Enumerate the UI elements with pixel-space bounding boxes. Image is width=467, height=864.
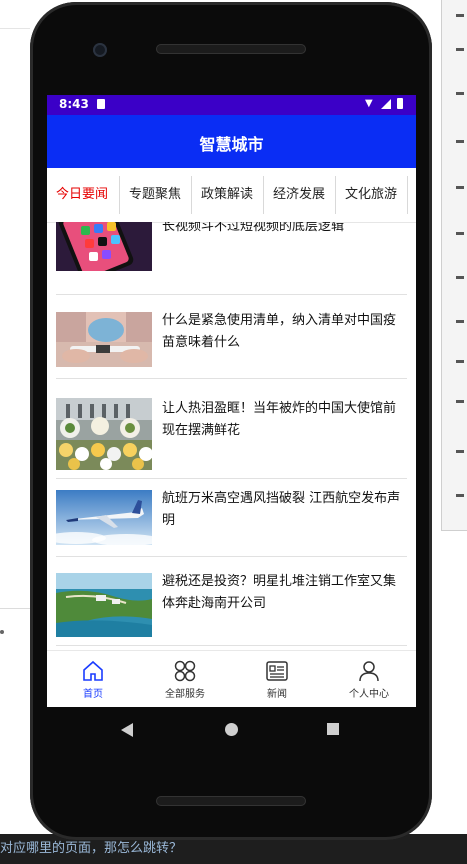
toolbar-mark[interactable] xyxy=(456,48,464,51)
recent-apps-icon[interactable] xyxy=(327,723,339,735)
nav-profile[interactable]: 个人中心 xyxy=(323,651,415,707)
battery-icon xyxy=(397,98,403,109)
flower-wreaths-thumbnail xyxy=(56,398,152,470)
bottom-navigation: 首页 全部服务 新闻 个人中心 xyxy=(47,650,416,707)
news-headline: 让人热泪盈眶！当年被炸的中国大使馆前现在摆满鲜花 xyxy=(162,401,397,438)
earpiece-speaker xyxy=(156,44,306,54)
status-bar: 8:43 ▼ xyxy=(47,95,416,115)
back-icon[interactable] xyxy=(121,723,133,737)
signal-icon xyxy=(381,99,391,109)
tab-policy[interactable]: 政策解读 xyxy=(192,168,262,222)
vaccine-vial-thumbnail xyxy=(56,312,152,367)
toolbar-mark[interactable] xyxy=(456,186,464,189)
sd-card-icon xyxy=(97,99,105,109)
home-icon xyxy=(81,659,105,683)
services-grid-icon xyxy=(173,659,197,683)
person-icon xyxy=(357,659,381,683)
wifi-icon: ▼ xyxy=(365,98,373,109)
toolbar-mark[interactable] xyxy=(456,92,464,95)
nav-news[interactable]: 新闻 xyxy=(231,651,323,707)
airplane-thumbnail xyxy=(56,490,152,545)
toolbar-mark[interactable] xyxy=(456,232,464,235)
news-item[interactable]: 什么是紧急使用清单，纳入清单对中国疫苗意味着什么 xyxy=(56,306,407,394)
tab-culture-travel[interactable]: 文化旅游 xyxy=(336,168,406,222)
tab-topics[interactable]: 专题聚焦 xyxy=(120,168,190,222)
front-camera xyxy=(93,43,107,57)
hainan-coast-thumbnail xyxy=(56,573,152,637)
toolbar-mark[interactable] xyxy=(456,276,464,279)
list-divider xyxy=(56,556,407,557)
phone-apps-thumbnail xyxy=(56,222,152,271)
status-time: 8:43 xyxy=(59,97,89,111)
list-divider xyxy=(56,294,407,295)
toolbar-mark[interactable] xyxy=(456,14,464,17)
tab-today-news[interactable]: 今日要闻 xyxy=(47,168,117,222)
home-button-icon[interactable] xyxy=(225,723,238,736)
toolbar-mark[interactable] xyxy=(456,400,464,403)
tab-economy[interactable]: 经济发展 xyxy=(264,168,334,222)
system-navigation-bar xyxy=(47,707,416,753)
nav-label: 新闻 xyxy=(267,689,287,700)
nav-label: 个人中心 xyxy=(349,689,389,700)
toolbar-mark[interactable] xyxy=(456,494,464,497)
news-item[interactable]: 长视频斗不过短视频的底层逻辑 xyxy=(56,222,407,304)
toolbar-mark[interactable] xyxy=(456,360,464,363)
list-divider xyxy=(56,645,407,646)
nav-label: 全部服务 xyxy=(165,689,205,700)
news-headline: 航班万米高空遇风挡破裂 江西航空发布声明 xyxy=(162,491,401,528)
app-title: 智慧城市 xyxy=(199,135,264,154)
list-divider xyxy=(56,378,407,379)
toolbar-mark[interactable] xyxy=(456,140,464,143)
app-bar: 智慧城市 xyxy=(47,115,416,168)
news-category-tabs: 今日要闻 专题聚焦 政策解读 经济发展 文化旅游 xyxy=(47,168,416,223)
news-headline: 长视频斗不过短视频的底层逻辑 xyxy=(162,222,345,234)
news-headline: 什么是紧急使用清单，纳入清单对中国疫苗意味着什么 xyxy=(162,313,397,350)
list-divider xyxy=(56,478,407,479)
toolbar-mark[interactable] xyxy=(456,450,464,453)
news-item[interactable]: 避税还是投资？明星扎堆注销工作室又集体奔赴海南开公司 xyxy=(56,567,407,650)
bottom-speaker xyxy=(156,796,306,806)
background-divider xyxy=(0,608,30,609)
app-screen: 8:43 ▼ 智慧城市 今日要闻 专题聚焦 政策解读 经济发展 文化旅游 长视频… xyxy=(47,95,416,707)
news-icon xyxy=(265,659,289,683)
background-dot xyxy=(0,630,4,634)
side-toolbar xyxy=(441,0,467,531)
news-item[interactable]: 让人热泪盈眶！当年被炸的中国大使馆前现在摆满鲜花 xyxy=(56,392,407,480)
nav-home[interactable]: 首页 xyxy=(47,651,139,707)
news-list: 长视频斗不过短视频的底层逻辑 什么是紧急使用清单，纳入清单对中国疫苗意味着什么 xyxy=(47,222,416,650)
nav-label: 首页 xyxy=(83,689,103,700)
nav-all-services[interactable]: 全部服务 xyxy=(139,651,231,707)
tab-divider xyxy=(407,176,408,214)
news-item[interactable]: 航班万米高空遇风挡破裂 江西航空发布声明 xyxy=(56,484,407,572)
toolbar-mark[interactable] xyxy=(456,320,464,323)
background-window xyxy=(0,28,30,609)
news-headline: 避税还是投资？明星扎堆注销工作室又集体奔赴海南开公司 xyxy=(162,574,397,611)
